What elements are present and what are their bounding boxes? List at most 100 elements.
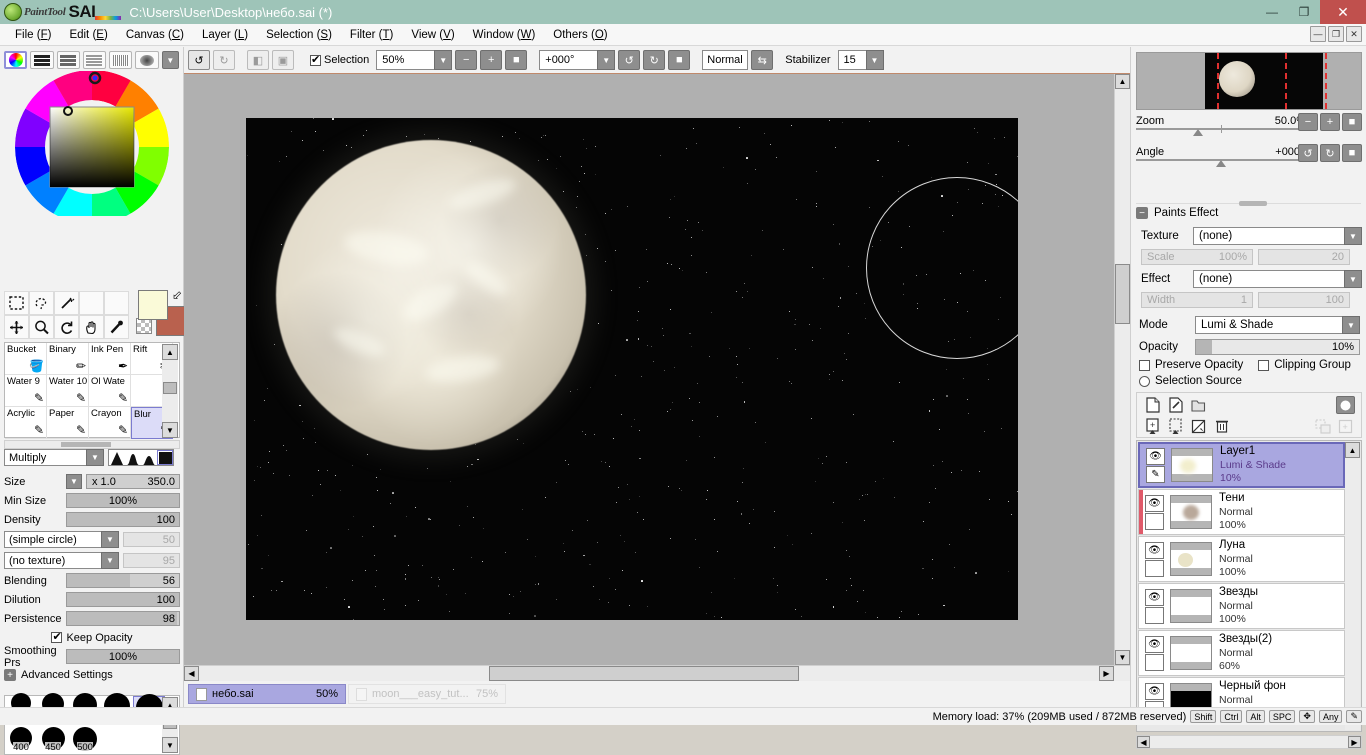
navigator-zoom-in-button[interactable]: + <box>1320 113 1340 131</box>
brush-blend-mode-value[interactable]: Multiply <box>4 449 86 466</box>
color-wheel-tab[interactable] <box>4 51 27 69</box>
move-tool[interactable] <box>4 315 29 339</box>
new-folder-icon[interactable] <box>1189 396 1208 414</box>
brush-shape-value[interactable]: (simple circle) <box>4 531 101 548</box>
menu-canvas[interactable]: Canvas (C) <box>117 27 193 43</box>
texture-value[interactable]: (none) <box>1193 227 1344 245</box>
scrollbar-thumb[interactable] <box>163 382 177 394</box>
navigator-zoom-slider[interactable]: Zoom 50.0% <box>1136 115 1306 137</box>
layer-row-zvezdy-2[interactable]: 👁 Звезды(2) Normal 60% <box>1138 630 1345 676</box>
navigator-rotate-ccw-button[interactable]: ↺ <box>1298 144 1318 162</box>
undo-button[interactable]: ↺ <box>188 50 210 70</box>
chevron-down-icon[interactable]: ▼ <box>101 531 119 548</box>
swap-colors-icon[interactable]: ⬃ <box>172 288 182 302</box>
paints-effect-header[interactable]: − Paints Effect <box>1136 207 1218 219</box>
brush-binary[interactable]: Binary✏ <box>47 343 89 375</box>
slider-knob[interactable] <box>1216 160 1226 167</box>
texture-combo[interactable]: (none) ▼ <box>1193 227 1362 245</box>
chevron-down-icon[interactable]: ▼ <box>1344 227 1362 245</box>
dilution-bar[interactable]: 100 <box>66 592 180 607</box>
gradient-tab[interactable] <box>135 51 158 69</box>
pen-icon[interactable]: ✎ <box>1146 466 1165 483</box>
hand-tool[interactable] <box>79 315 104 339</box>
zoom-in-button[interactable]: + <box>480 50 502 70</box>
document-tab-active[interactable]: небо.sai 50% <box>188 684 346 704</box>
size-preset-scrollbar[interactable]: ▲ ▼ <box>162 697 178 753</box>
foreground-color-swatch[interactable] <box>138 290 168 320</box>
chevron-down-icon[interactable]: ▼ <box>162 51 179 69</box>
min-size-bar[interactable]: 100% <box>66 493 180 508</box>
menu-filter[interactable]: Filter (T) <box>341 27 402 43</box>
brush-water-9[interactable]: Water 9✎ <box>5 375 47 407</box>
rotate-tool[interactable] <box>54 315 79 339</box>
size-preset-450[interactable]: 450 <box>37 725 69 754</box>
selection-source-radio[interactable] <box>1139 376 1150 387</box>
flip-vertical-button[interactable]: ▣ <box>272 50 294 70</box>
advanced-settings-row[interactable]: + Advanced Settings <box>4 666 180 684</box>
layer-lock-icon[interactable] <box>1145 560 1164 577</box>
chevron-down-icon[interactable]: ▼ <box>866 50 884 70</box>
preserve-opacity-checkbox[interactable] <box>1139 360 1150 371</box>
color-wheel[interactable] <box>0 71 184 216</box>
edge-shape-hard[interactable] <box>157 450 173 465</box>
scrollbar-thumb[interactable] <box>489 666 799 681</box>
mdi-minimize-button[interactable]: — <box>1310 26 1326 42</box>
eyedropper-tool[interactable] <box>104 315 129 339</box>
zoom-reset-button[interactable]: ■ <box>505 50 527 70</box>
keep-opacity-checkbox[interactable] <box>51 632 62 643</box>
scroll-up-icon[interactable]: ▲ <box>1115 74 1130 89</box>
chevron-down-icon[interactable]: ▼ <box>66 474 82 489</box>
layer-lock-icon[interactable] <box>1145 513 1164 530</box>
scroll-right-icon[interactable]: ▶ <box>1348 736 1361 748</box>
add-layer-icon[interactable]: + <box>1143 417 1162 435</box>
clipping-icon[interactable] <box>1189 417 1208 435</box>
chevron-down-icon[interactable]: ▼ <box>434 50 452 70</box>
brush-texture-value[interactable]: (no texture) <box>4 552 101 569</box>
panel-resize-grip[interactable] <box>1239 201 1267 206</box>
layer-mode-combo[interactable]: Lumi & Shade ▼ <box>1195 316 1360 334</box>
edge-shape-flat[interactable] <box>141 450 157 465</box>
brush-water-10[interactable]: Water 10✎ <box>47 375 89 407</box>
chevron-down-icon[interactable]: ▼ <box>1344 270 1362 288</box>
effect-value[interactable]: (none) <box>1193 270 1344 288</box>
delete-layer-icon[interactable] <box>1212 417 1231 435</box>
navigator-zoom-out-button[interactable]: − <box>1298 113 1318 131</box>
scroll-right-icon[interactable]: ▶ <box>1099 666 1114 681</box>
size-preset-400[interactable]: 400 <box>5 725 37 754</box>
chevron-down-icon[interactable]: ▼ <box>597 50 615 70</box>
brush-bucket[interactable]: Bucket🪣 <box>5 343 47 375</box>
close-button[interactable]: ✕ <box>1320 0 1366 24</box>
blending-bar[interactable]: 56 <box>66 573 180 588</box>
scroll-down-icon[interactable]: ▼ <box>1115 650 1130 665</box>
palette-tab[interactable] <box>83 51 106 69</box>
menu-edit[interactable]: Edit (E) <box>60 27 116 43</box>
size-preset-empty-2[interactable] <box>133 725 165 754</box>
selection-toggle[interactable]: Selection <box>310 54 369 66</box>
layer-row-layer1[interactable]: 👁 ✎ Layer1 Lumi & Shade 10% <box>1138 442 1345 488</box>
selection-checkbox[interactable] <box>310 55 321 66</box>
brush-list-hscrollbar[interactable] <box>4 440 180 449</box>
layer-mode-value[interactable]: Lumi & Shade <box>1195 316 1342 334</box>
tool-empty-1[interactable] <box>79 291 104 315</box>
rotate-ccw-button[interactable]: ↺ <box>618 50 640 70</box>
slider-knob[interactable] <box>1193 129 1203 136</box>
brush-ink-pen[interactable]: Ink Pen✒ <box>89 343 131 375</box>
persistence-bar[interactable]: 98 <box>66 611 180 626</box>
flip-horizontal-button[interactable]: ◧ <box>247 50 269 70</box>
chevron-down-icon[interactable]: ▼ <box>1342 316 1360 334</box>
edge-shape-sharp[interactable] <box>109 450 125 465</box>
hsv-slider-tab[interactable] <box>57 51 80 69</box>
layer-list-hscrollbar[interactable]: ◀ ▶ <box>1136 735 1362 749</box>
swap-view-button[interactable]: ⇆ <box>751 50 773 70</box>
menu-window[interactable]: Window (W) <box>464 27 545 43</box>
zoom-out-button[interactable]: − <box>455 50 477 70</box>
duplicate-layer-icon[interactable]: + <box>1336 417 1355 435</box>
menu-others[interactable]: Others (O) <box>544 27 616 43</box>
canvas-vertical-scrollbar[interactable]: ▲ ▼ <box>1114 74 1130 681</box>
brush-ol-wate[interactable]: Ol Wate✎ <box>89 375 131 407</box>
zoom-tool[interactable] <box>29 315 54 339</box>
redo-button[interactable]: ↻ <box>213 50 235 70</box>
navigator-angle-slider[interactable]: Angle +000я <box>1136 146 1306 168</box>
document-tab-inactive[interactable]: moon___easy_tut... 75% <box>348 684 506 704</box>
angle-value[interactable]: +000° <box>539 50 597 70</box>
